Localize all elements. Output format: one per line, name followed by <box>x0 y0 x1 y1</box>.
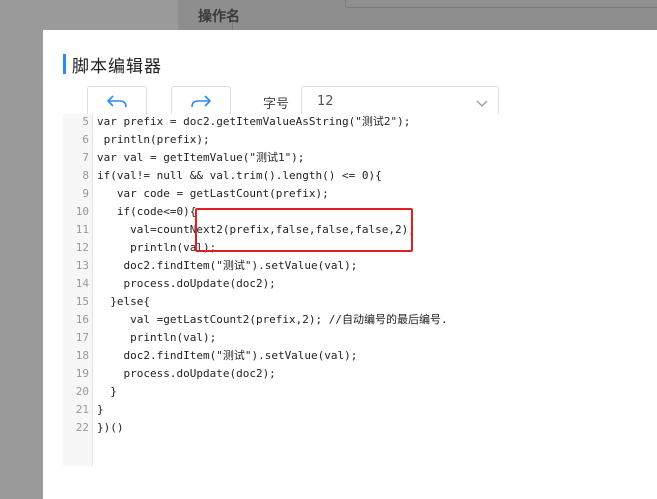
code-text: if(code<=0){ <box>97 205 197 218</box>
code-text: process.doUpdate(doc2); <box>97 277 276 290</box>
modal-title: 脚本编辑器 <box>72 56 162 77</box>
line-number: 7 <box>82 151 89 164</box>
code-text: })() <box>97 421 124 434</box>
code-line: 21} <box>63 401 653 419</box>
line-number: 6 <box>82 133 89 146</box>
line-number: 15 <box>75 295 89 308</box>
line-number: 21 <box>75 403 89 416</box>
code-line: 5 var prefix = doc2.getItemValueAsString(… <box>63 114 653 131</box>
code-editor[interactable]: 5 var prefix = doc2.getItemValueAsString(… <box>63 114 653 466</box>
modal-header: 脚本编辑器 <box>63 54 162 77</box>
code-text: println(prefix); <box>97 133 210 146</box>
code-line: 17 println(val); <box>63 329 653 347</box>
code-text: val =getLastCount2(prefix,2); //自动编号的最后编… <box>97 313 448 326</box>
line-number: 11 <box>75 223 89 236</box>
chevron-down-icon <box>476 100 488 107</box>
code-text: println(val); <box>97 331 217 344</box>
line-number: 8 <box>82 169 89 182</box>
redo-icon <box>191 95 211 108</box>
line-number: 5 <box>82 115 89 128</box>
script-editor-modal: 脚本编辑器 字号 12 5 var prefix = doc2.getItemVa… <box>43 30 657 499</box>
code-text: }else{ <box>97 295 150 308</box>
code-text: } <box>97 385 117 398</box>
code-line: 14 process.doUpdate(doc2); <box>63 275 653 293</box>
font-size-label: 字号 <box>263 96 290 112</box>
code-line: 8 if(val!= null && val.trim().length() <=… <box>63 167 653 185</box>
line-number: 16 <box>75 313 89 326</box>
line-number: 22 <box>75 421 89 434</box>
code-line: 22 })() <box>63 419 653 437</box>
line-number: 9 <box>82 187 89 200</box>
line-number: 17 <box>75 331 89 344</box>
code-line: 6 println(prefix); <box>63 131 653 149</box>
code-text: } <box>97 403 104 416</box>
background-input <box>345 0 657 8</box>
code-text: if(val!= null && val.trim().length() <= … <box>97 169 382 182</box>
code-text: var code = getLastCount(prefix); <box>97 187 329 200</box>
code-text: process.doUpdate(doc2); <box>97 367 276 380</box>
code-text: doc2.findItem("测试").setValue(val); <box>97 349 358 362</box>
code-text: var prefix = doc2.getItemValueAsString("… <box>97 115 411 128</box>
code-line: 7 var val = getItemValue("测试1"); <box>63 149 653 167</box>
annotation-highlight-box <box>195 208 413 252</box>
line-number: 10 <box>75 205 89 218</box>
code-text: doc2.findItem("测试").setValue(val); <box>97 259 358 272</box>
line-number: 20 <box>75 385 89 398</box>
code-line: 16 val =getLastCount2(prefix,2); //自动编号的… <box>63 311 653 329</box>
line-number: 19 <box>75 367 89 380</box>
line-number: 18 <box>75 349 89 362</box>
code-line: 9 var code = getLastCount(prefix); <box>63 185 653 203</box>
code-line: 20 } <box>63 383 653 401</box>
line-number: 12 <box>75 241 89 254</box>
code-line: 15 }else{ <box>63 293 653 311</box>
code-line: 18 doc2.findItem("测试").setValue(val); <box>63 347 653 365</box>
code-line: 19 process.doUpdate(doc2); <box>63 365 653 383</box>
code-line: 13 doc2.findItem("测试").setValue(val); <box>63 257 653 275</box>
line-number: 13 <box>75 259 89 272</box>
title-accent-bar <box>63 54 66 74</box>
code-text: var val = getItemValue("测试1"); <box>97 151 305 164</box>
line-number: 14 <box>75 277 89 290</box>
background-column-header: 操作名 <box>198 9 240 25</box>
undo-icon <box>107 95 127 108</box>
font-size-value: 12 <box>317 94 334 109</box>
